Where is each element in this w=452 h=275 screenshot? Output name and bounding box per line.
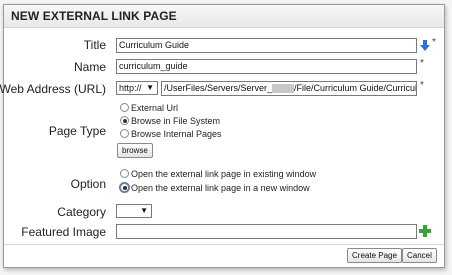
page-type-option-internal-pages[interactable]: Browse Internal Pages [120, 128, 222, 140]
option-label: Option [70, 177, 106, 191]
radio-selected-icon[interactable] [120, 183, 129, 193]
radio-icon[interactable] [120, 169, 129, 179]
radio-icon[interactable] [120, 129, 129, 139]
category-select[interactable]: ▼ [116, 204, 152, 218]
url-path-input[interactable]: /UserFiles/Servers/Server_ /File/Curricul… [161, 81, 417, 96]
radio-selected-icon[interactable] [120, 116, 129, 126]
option-new-window[interactable]: Open the external link page in a new win… [120, 182, 310, 194]
page-type-label: Page Type [48, 124, 106, 138]
url-label: Web Address (URL) [0, 82, 106, 96]
create-page-button[interactable]: Create Page [347, 248, 402, 263]
required-marker: * [420, 58, 424, 69]
radio-icon[interactable] [120, 103, 129, 113]
name-input[interactable]: curriculum_guide [116, 59, 417, 74]
cancel-button[interactable]: Cancel [402, 248, 437, 263]
required-marker: * [420, 80, 424, 91]
plus-icon[interactable] [419, 224, 431, 237]
required-marker: * [432, 37, 436, 48]
featured-image-label: Featured Image [21, 225, 106, 239]
dropdown-caret-icon: ▼ [140, 206, 148, 215]
title-label: Title [83, 38, 106, 52]
dialog-title: NEW EXTERNAL LINK PAGE [4, 5, 444, 28]
arrow-down-icon[interactable] [420, 39, 430, 51]
option-existing-window[interactable]: Open the external link page in existing … [120, 168, 316, 180]
protocol-select[interactable]: http:// ▼ [116, 81, 158, 95]
footer-divider [4, 244, 444, 245]
name-label: Name [73, 60, 106, 74]
page-type-option-external-url[interactable]: External Url [120, 102, 178, 114]
new-external-link-dialog: NEW EXTERNAL LINK PAGE Title Curriculum … [0, 4, 445, 268]
title-input[interactable]: Curriculum Guide [116, 38, 417, 53]
category-label: Category [57, 205, 106, 219]
page-type-option-file-system[interactable]: Browse in File System [120, 115, 220, 127]
url-path-start: /UserFiles/Servers/Server_ [164, 83, 273, 93]
redacted-block [272, 84, 295, 94]
protocol-value: http:// [119, 83, 142, 93]
url-path-end: /File/Curriculum Guide/Curricul [294, 83, 417, 93]
dropdown-caret-icon: ▼ [146, 83, 154, 92]
featured-image-input[interactable] [116, 224, 417, 239]
browse-button[interactable]: browse [117, 143, 153, 158]
